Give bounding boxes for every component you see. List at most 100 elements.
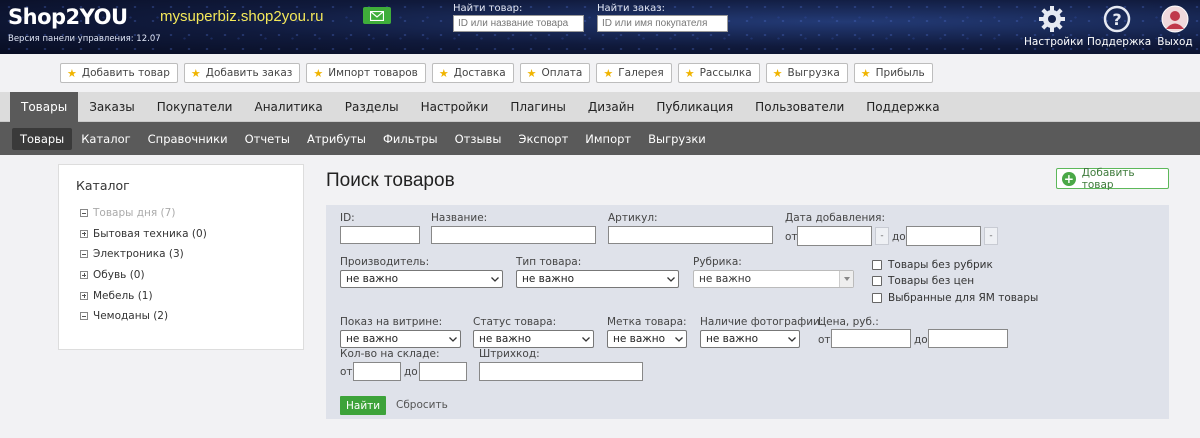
sub-nav-uploads[interactable]: Выгрузки: [640, 128, 714, 150]
sku-label: Артикул:: [608, 212, 658, 224]
site-url-link[interactable]: mysuperbiz.shop2you.ru: [160, 8, 323, 25]
logo[interactable]: Shop2YOU: [8, 5, 128, 29]
chevron-down-icon: [488, 276, 502, 282]
catalog-item[interactable]: Чемоданы (2): [80, 306, 207, 327]
add-product-button[interactable]: + Добавить товар: [1056, 166, 1169, 191]
price-label: Цена, руб.:: [818, 316, 879, 328]
checkbox-label: Товары без рубрик: [888, 259, 993, 271]
catalog-item[interactable]: Обувь (0): [80, 265, 207, 286]
category-select[interactable]: не важно: [693, 270, 854, 288]
reset-link[interactable]: Сбросить: [396, 399, 448, 411]
sub-nav-reviews[interactable]: Отзывы: [447, 128, 510, 150]
sub-nav-attributes[interactable]: Атрибуты: [299, 128, 374, 150]
sub-nav-export[interactable]: Экспорт: [510, 128, 576, 150]
chevron-down-icon: [672, 336, 686, 342]
product-type-select[interactable]: не важно: [516, 270, 679, 288]
stock-to-input[interactable]: [419, 362, 467, 381]
showcase-select[interactable]: не важно: [340, 330, 461, 348]
stock-from-label: от: [340, 366, 353, 378]
svg-text:?: ?: [1112, 10, 1121, 29]
sub-nav-products[interactable]: Товары: [12, 128, 73, 150]
expand-icon[interactable]: [80, 229, 88, 238]
date-from-input[interactable]: [797, 226, 872, 246]
id-input[interactable]: [340, 226, 420, 244]
settings-button[interactable]: Настройки: [1024, 5, 1083, 48]
find-button[interactable]: Найти: [340, 396, 387, 415]
quick-actions-bar: ★ Добавить товар ★ Добавить заказ ★ Импорт …: [60, 63, 939, 83]
category-label: Рубрика:: [693, 256, 742, 268]
catalog-item[interactable]: Бытовая техника (0): [80, 224, 207, 245]
main-nav-design[interactable]: Дизайн: [577, 92, 646, 122]
main-nav-support[interactable]: Поддержка: [855, 92, 950, 122]
main-nav: Товары Заказы Покупатели Аналитика Разде…: [0, 92, 1200, 122]
stock-from-input[interactable]: [353, 362, 401, 381]
price-from-input[interactable]: [831, 329, 911, 348]
catalog-item[interactable]: Мебель (1): [80, 285, 207, 306]
name-field: Название:: [431, 212, 596, 244]
main-nav-users[interactable]: Пользователи: [744, 92, 855, 122]
catalog-item[interactable]: Товары дня (7): [80, 203, 207, 224]
main-nav-sections[interactable]: Разделы: [334, 92, 410, 122]
tag-select[interactable]: не важно: [607, 330, 687, 348]
quick-profit-button[interactable]: ★ Прибыль: [853, 63, 933, 83]
date-to-picker-button[interactable]: -: [984, 227, 998, 245]
catalog-item[interactable]: Электроника (3): [80, 244, 207, 265]
quick-payment-button[interactable]: ★ Оплата: [519, 63, 591, 83]
sub-nav-filters[interactable]: Фильтры: [375, 128, 446, 150]
catalog-item-label: Обувь: [93, 269, 127, 282]
status-label: Статус товара:: [473, 316, 557, 328]
catalog-item-count: (0): [191, 227, 207, 240]
collapse-icon[interactable]: [80, 250, 88, 259]
quick-gallery-button[interactable]: ★ Галерея: [596, 63, 672, 83]
panel-version: Версия панели управления: 12.07: [8, 34, 161, 44]
quick-delivery-button[interactable]: ★ Доставка: [431, 63, 514, 83]
quick-import-products-button[interactable]: ★ Импорт товаров: [306, 63, 426, 83]
barcode-input[interactable]: [479, 362, 643, 381]
quick-add-order-button[interactable]: ★ Добавить заказ: [183, 63, 301, 83]
order-search-input[interactable]: [597, 15, 728, 32]
id-field: ID:: [340, 212, 420, 244]
ym-checkbox[interactable]: Выбранные для ЯМ товары: [872, 292, 1038, 304]
main-nav-analytics[interactable]: Аналитика: [243, 92, 333, 122]
expand-icon[interactable]: [80, 271, 88, 280]
sub-nav-directories[interactable]: Справочники: [140, 128, 236, 150]
add-product-label: Добавить товар: [1081, 166, 1135, 191]
date-from-picker-button[interactable]: -: [875, 227, 889, 245]
collapse-icon[interactable]: [80, 209, 88, 218]
sub-nav-import[interactable]: Импорт: [577, 128, 639, 150]
main-nav-publishing[interactable]: Публикация: [645, 92, 744, 122]
quick-export-button[interactable]: ★ Выгрузка: [765, 63, 848, 83]
price-to-input[interactable]: [928, 329, 1008, 348]
name-input[interactable]: [431, 226, 596, 244]
chevron-down-icon: [446, 336, 460, 342]
collapse-icon[interactable]: [80, 312, 88, 321]
mail-button[interactable]: [363, 7, 391, 24]
sub-nav-reports[interactable]: Отчеты: [237, 128, 298, 150]
no-price-checkbox[interactable]: Товары без цен: [872, 275, 974, 287]
support-button[interactable]: ? Поддержка: [1087, 5, 1151, 48]
date-from-label: от: [785, 231, 798, 243]
sku-input[interactable]: [608, 226, 773, 244]
product-search-input[interactable]: [453, 15, 584, 32]
quick-add-product-button[interactable]: ★ Добавить товар: [60, 63, 178, 83]
sub-nav-catalog[interactable]: Каталог: [73, 128, 138, 150]
catalog-item-label: Мебель: [93, 289, 135, 302]
chevron-down-icon: [579, 336, 593, 342]
main-nav-products[interactable]: Товары: [10, 92, 79, 122]
expand-icon[interactable]: [80, 291, 88, 300]
quick-mailing-button[interactable]: ★ Рассылка: [677, 63, 760, 83]
star-icon: ★: [526, 66, 537, 80]
manufacturer-select[interactable]: не важно: [340, 270, 503, 288]
logout-button[interactable]: Выход: [1155, 5, 1195, 48]
no-category-checkbox[interactable]: Товары без рубрик: [872, 259, 993, 271]
main-nav-settings[interactable]: Настройки: [410, 92, 500, 122]
main-nav-orders[interactable]: Заказы: [78, 92, 146, 122]
barcode-label: Штрихкод:: [479, 348, 540, 360]
status-select[interactable]: не важно: [473, 330, 594, 348]
star-icon: ★: [313, 66, 324, 80]
main-nav-plugins[interactable]: Плагины: [499, 92, 576, 122]
select-value: не важно: [613, 333, 666, 345]
date-to-input[interactable]: [906, 226, 981, 246]
photo-select[interactable]: не важно: [700, 330, 800, 348]
main-nav-customers[interactable]: Покупатели: [146, 92, 244, 122]
